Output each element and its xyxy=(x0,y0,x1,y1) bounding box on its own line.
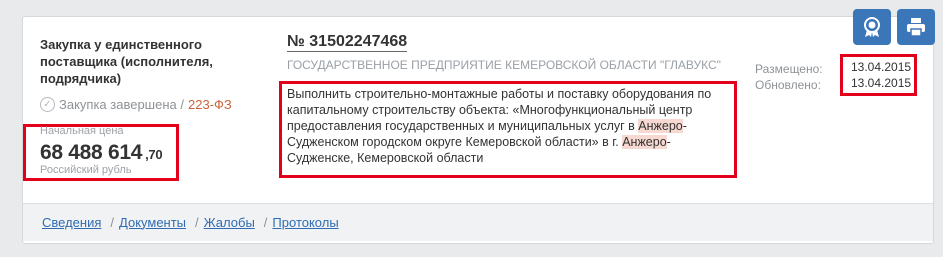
award-button[interactable] xyxy=(853,9,891,45)
published-date: 13.04.2015 xyxy=(851,60,912,74)
tab-protocols[interactable]: Протоколы xyxy=(272,215,338,230)
check-circle-icon: ✓ xyxy=(40,97,55,112)
tab-documents[interactable]: Документы xyxy=(119,215,186,230)
registry-number-link[interactable]: № 31502247468 xyxy=(287,32,408,52)
law-link[interactable]: 223-ФЗ xyxy=(188,97,232,112)
procurement-type: Закупка у единственного поставщика (испо… xyxy=(40,37,213,86)
tab-complaints[interactable]: Жалобы xyxy=(204,215,255,230)
printer-icon xyxy=(907,18,925,37)
status-separator: / xyxy=(176,97,184,112)
price-currency: Российский рубль xyxy=(40,164,132,176)
dates-values: 13.04.2015 13.04.2015 xyxy=(851,59,911,91)
dates-labels: Размещено: Обновлено: xyxy=(755,61,823,93)
card-tabs: Сведения / Документы / Жалобы / Протокол… xyxy=(42,214,339,230)
status-text: Закупка завершена xyxy=(59,97,177,112)
price-label: Начальная цена xyxy=(40,125,124,137)
tab-info[interactable]: Сведения xyxy=(42,215,101,230)
award-icon xyxy=(864,17,880,37)
customer-name[interactable]: ГОСУДАРСТВЕННОЕ ПРЕДПРИЯТИЕ КЕМЕРОВСКОЙ … xyxy=(287,58,721,72)
updated-date: 13.04.2015 xyxy=(851,76,912,90)
purchase-subject: Выполнить строительно-монтажные работы и… xyxy=(287,87,712,165)
price-rubles: 68 488 614 xyxy=(40,141,143,164)
price-kopecks: ,70 xyxy=(145,147,163,162)
search-highlight: Анжеро xyxy=(622,135,667,149)
published-label: Размещено: xyxy=(755,62,823,76)
print-button[interactable] xyxy=(897,9,935,45)
search-highlight: Анжеро xyxy=(638,119,683,133)
status: ✓ Закупка завершена / 223-ФЗ xyxy=(40,97,232,112)
price-value: 68 488 614,70 xyxy=(40,141,163,165)
updated-label: Обновлено: xyxy=(755,78,821,92)
